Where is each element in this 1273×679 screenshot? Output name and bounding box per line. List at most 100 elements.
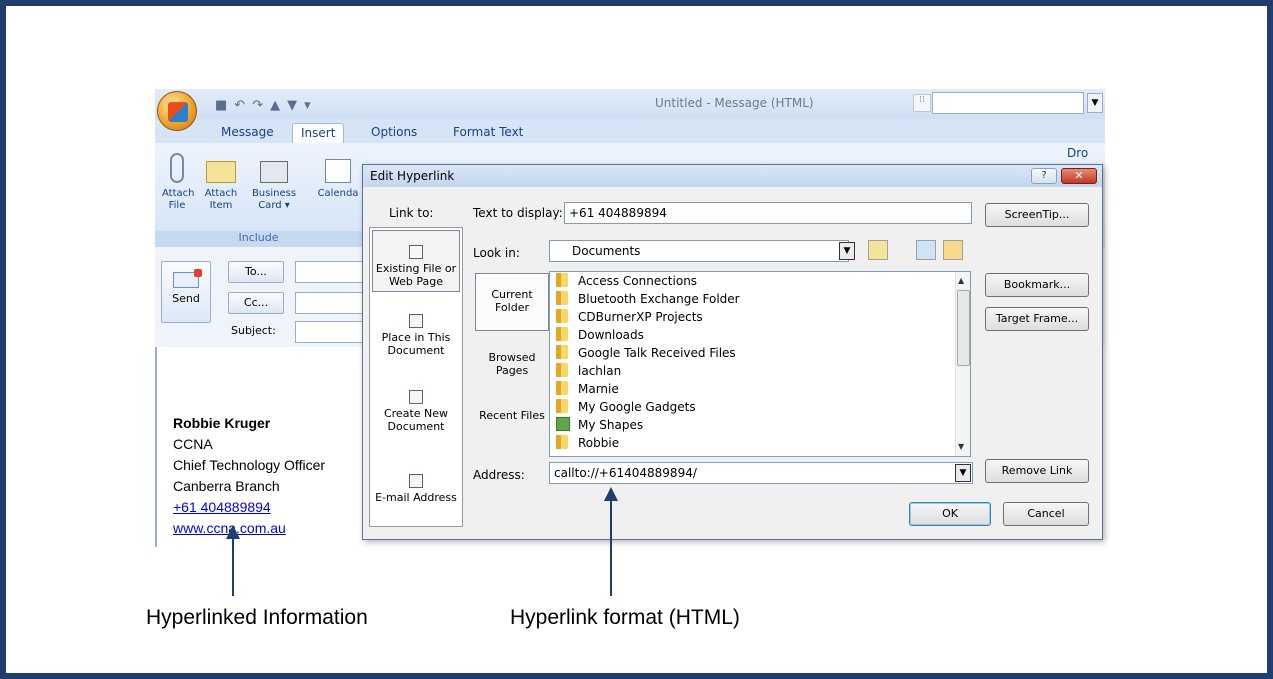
to-button[interactable]: To... xyxy=(228,261,284,283)
calendar-icon xyxy=(325,159,351,183)
ok-button[interactable]: OK xyxy=(909,502,991,526)
recent-files-button[interactable]: Recent Files xyxy=(475,409,549,422)
link-to-existing-file[interactable]: Existing File or Web Page xyxy=(372,230,460,292)
close-button[interactable]: ✕ xyxy=(1061,168,1097,184)
up-arrow-icon[interactable]: ▲ xyxy=(270,98,280,113)
list-item[interactable]: My Google Gadgets xyxy=(556,398,696,416)
list-item[interactable]: Marnie xyxy=(556,380,619,398)
browse-web-icon[interactable] xyxy=(916,240,936,260)
undo-icon[interactable]: ↶ xyxy=(234,98,245,113)
target-frame-button[interactable]: Target Frame... xyxy=(985,307,1089,331)
redo-icon[interactable]: ↷ xyxy=(252,98,263,113)
website-hyperlink[interactable]: www.ccna.com.au xyxy=(173,518,325,539)
browsed-pages-button[interactable]: Browsed Pages xyxy=(475,351,549,377)
drop-cap-label: Dro xyxy=(1067,146,1089,160)
folder-icon xyxy=(556,381,568,395)
envelope-icon xyxy=(206,161,236,183)
list-item[interactable]: Access Connections xyxy=(556,272,697,290)
link-to-place-in-document[interactable]: Place in This Document xyxy=(372,314,460,357)
link-to-new-document[interactable]: Create New Document xyxy=(372,390,460,433)
send-envelope-icon xyxy=(173,269,202,288)
tab-insert[interactable]: Insert xyxy=(292,123,345,143)
list-item[interactable]: Robbie xyxy=(556,434,619,452)
arrow-up-icon xyxy=(226,525,240,539)
grip-icon: ⁞⁞ xyxy=(913,94,931,112)
list-item[interactable]: My Shapes xyxy=(556,416,643,434)
file-list: Access Connections Bluetooth Exchange Fo… xyxy=(549,271,971,457)
shapes-icon xyxy=(556,417,570,431)
list-item[interactable]: lachlan xyxy=(556,362,621,380)
look-in-select[interactable]: Documents xyxy=(549,240,849,262)
signature-name: Robbie Kruger xyxy=(173,415,271,431)
attach-file-button[interactable]: Attach File xyxy=(160,153,194,212)
text-to-display-label: Text to display: xyxy=(473,206,563,220)
list-item[interactable]: CDBurnerXP Projects xyxy=(556,308,703,326)
title-search-input[interactable] xyxy=(932,92,1084,114)
office-button[interactable] xyxy=(157,91,197,131)
link-to-email-address[interactable]: E-mail Address xyxy=(372,474,460,504)
attach-item-button[interactable]: Attach Item xyxy=(201,153,241,212)
web-page-icon xyxy=(409,245,423,259)
browse-file-icon[interactable] xyxy=(943,240,963,260)
dialog-title: Edit Hyperlink xyxy=(363,165,1102,187)
customize-qat-icon[interactable]: ▾ xyxy=(304,98,311,113)
subnav: Current Folder Browsed Pages Recent File… xyxy=(475,273,549,455)
cc-field[interactable] xyxy=(295,292,365,314)
left-caption: Hyperlinked Information xyxy=(146,606,368,629)
look-in-chevron-icon[interactable]: ▼ xyxy=(839,242,855,260)
signature-line: Chief Technology Officer xyxy=(173,457,326,473)
body-border xyxy=(155,347,157,547)
arrow-up-icon xyxy=(604,487,618,501)
address-input[interactable]: callto://+61404889894/ xyxy=(549,462,973,484)
signature-line: CCNA xyxy=(173,436,213,452)
link-to-label: Link to: xyxy=(389,206,434,220)
title-bar: ■ ↶ ↷ ▲ ▼ ▾ Untitled - Message (HTML) ⁞⁞… xyxy=(155,89,1105,119)
chevron-down-icon[interactable]: ▼ xyxy=(1087,93,1103,113)
right-caption: Hyperlink format (HTML) xyxy=(510,606,740,629)
screentip-button[interactable]: ScreenTip... xyxy=(985,203,1089,227)
drop-cap-button[interactable]: Dro xyxy=(1067,147,1105,159)
business-card-button[interactable]: Business Card ▾ xyxy=(245,153,303,212)
tab-options[interactable]: Options xyxy=(363,123,425,143)
subject-field[interactable] xyxy=(295,321,365,343)
include-group-label: Include xyxy=(155,231,362,247)
email-address-icon xyxy=(409,474,423,488)
cancel-button[interactable]: Cancel xyxy=(1003,502,1089,526)
text-to-display-input[interactable]: +61 404889894 xyxy=(564,202,972,224)
list-item[interactable]: Downloads xyxy=(556,326,644,344)
window-title: Untitled - Message (HTML) xyxy=(655,96,814,110)
folder-icon xyxy=(556,327,568,341)
quick-access-toolbar: ■ ↶ ↷ ▲ ▼ ▾ xyxy=(215,95,311,115)
scroll-up-icon[interactable]: ▲ xyxy=(958,276,964,285)
tab-format-text[interactable]: Format Text xyxy=(445,123,531,143)
phone-hyperlink[interactable]: +61 404889894 xyxy=(173,497,325,518)
address-chevron-icon[interactable]: ▼ xyxy=(955,464,971,482)
folder-icon xyxy=(556,399,568,413)
business-card-icon xyxy=(260,161,288,183)
current-folder-button[interactable]: Current Folder xyxy=(475,273,549,331)
tab-message[interactable]: Message xyxy=(213,123,282,143)
edit-hyperlink-dialog: Edit Hyperlink ? ✕ Link to: Existing Fil… xyxy=(362,164,1103,540)
scroll-down-icon[interactable]: ▼ xyxy=(958,442,964,451)
subject-label: Subject: xyxy=(231,324,276,337)
folder-icon xyxy=(556,435,568,449)
cc-button[interactable]: Cc... xyxy=(228,292,284,314)
bookmark-button[interactable]: Bookmark... xyxy=(985,273,1089,297)
list-item[interactable]: Google Talk Received Files xyxy=(556,344,736,362)
down-arrow-icon[interactable]: ▼ xyxy=(287,98,297,113)
send-button[interactable]: Send xyxy=(161,261,211,323)
email-signature: Robbie Kruger CCNA Chief Technology Offi… xyxy=(173,413,325,539)
remove-link-button[interactable]: Remove Link xyxy=(985,459,1089,483)
link-to-panel: Existing File or Web Page Place in This … xyxy=(369,227,463,527)
list-item[interactable]: Bluetooth Exchange Folder xyxy=(556,290,740,308)
save-icon[interactable]: ■ xyxy=(215,98,227,113)
folder-icon xyxy=(556,291,568,305)
new-document-icon xyxy=(409,390,423,404)
file-list-scrollbar[interactable]: ▲ ▼ xyxy=(955,272,970,456)
help-button[interactable]: ? xyxy=(1031,168,1057,184)
office-logo-icon xyxy=(168,102,188,122)
scroll-thumb[interactable] xyxy=(957,290,970,366)
calendar-button[interactable]: Calenda xyxy=(313,153,363,200)
to-field[interactable] xyxy=(295,261,365,283)
up-folder-icon[interactable] xyxy=(868,240,888,260)
